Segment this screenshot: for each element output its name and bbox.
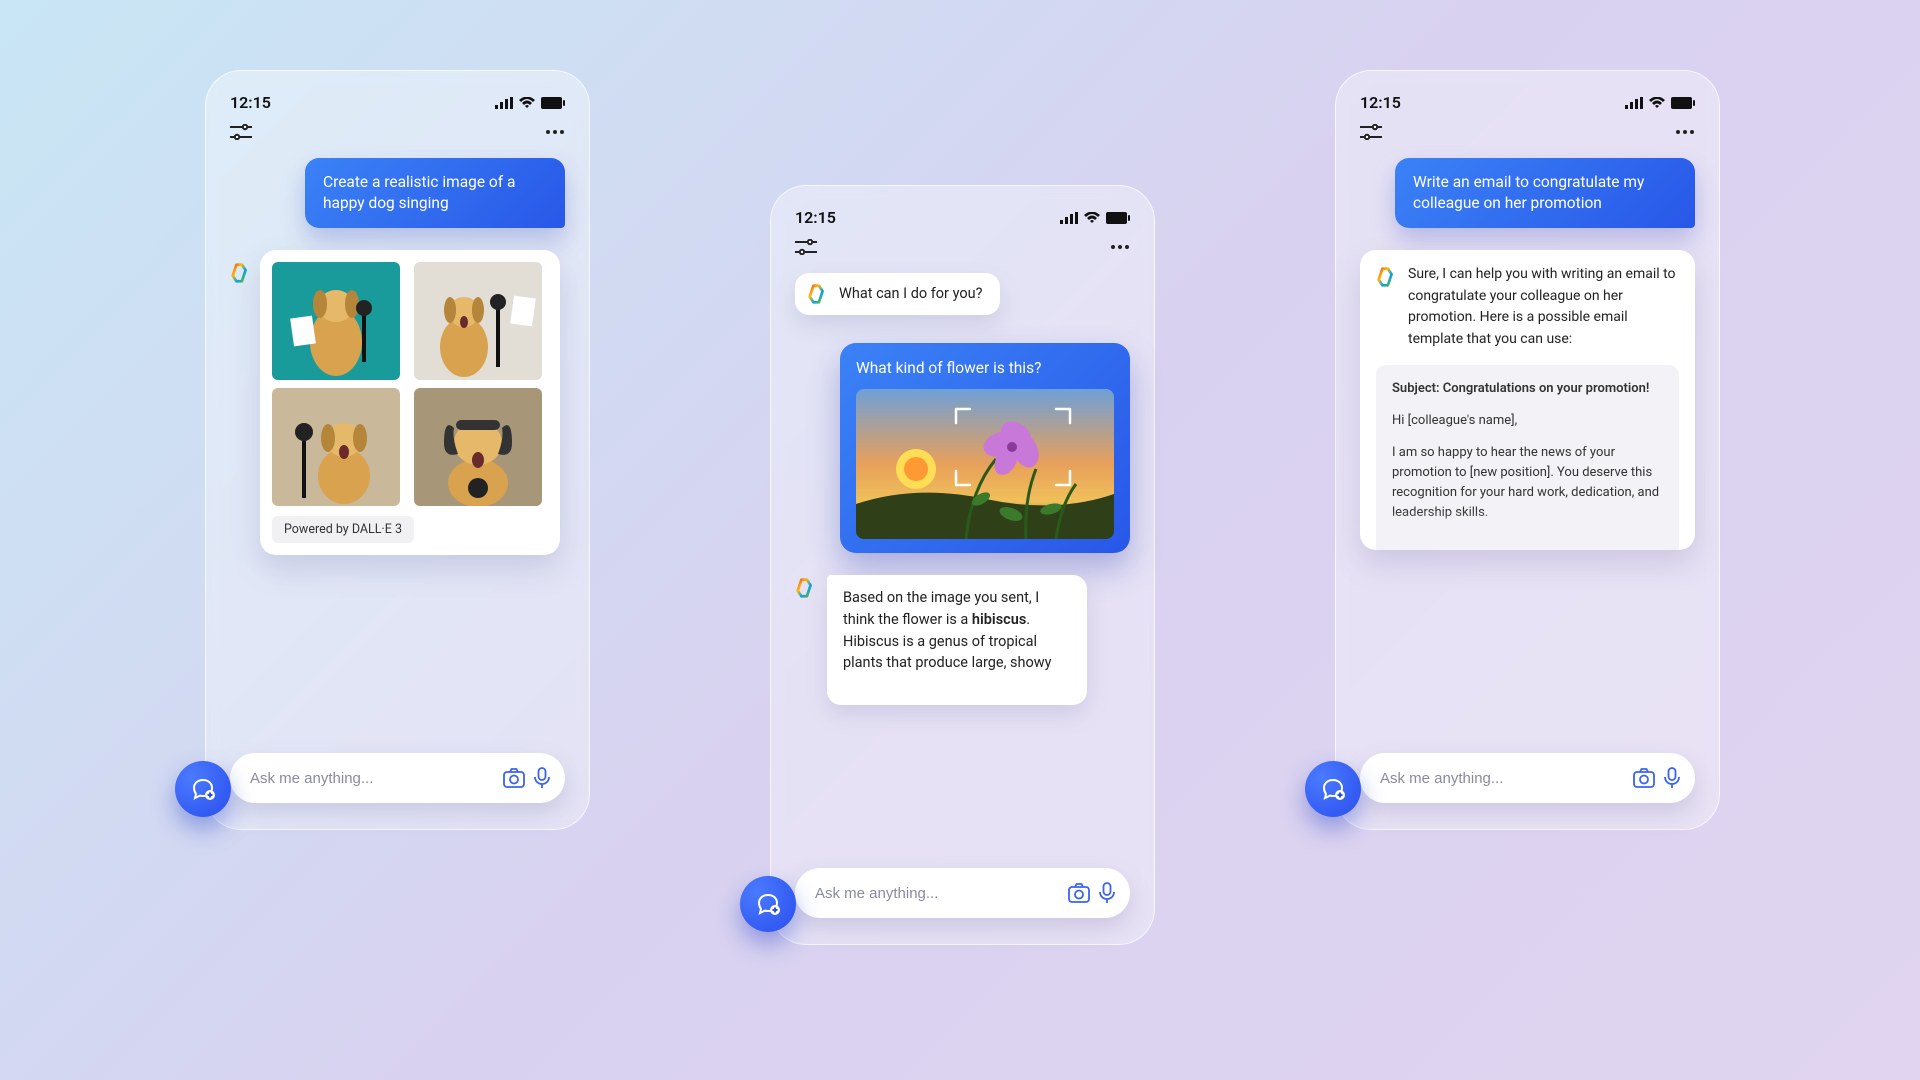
- generated-image-2[interactable]: [414, 262, 542, 380]
- signal-icon: [1060, 212, 1078, 224]
- user-image-message: What kind of flower is this?: [840, 343, 1130, 553]
- chat-input-field[interactable]: [815, 885, 1060, 902]
- phone-screen-writing: 12:15 Write an email to congratulate my …: [1335, 70, 1720, 830]
- status-time: 12:15: [1360, 93, 1401, 112]
- status-icons: [1060, 212, 1130, 224]
- status-icons: [1625, 97, 1695, 109]
- more-icon[interactable]: [545, 129, 565, 135]
- battery-icon: [1106, 212, 1130, 224]
- status-bar: 12:15: [795, 208, 1130, 227]
- generated-image-3[interactable]: [272, 388, 400, 506]
- email-greeting: Hi [colleague's name],: [1392, 411, 1663, 431]
- copilot-avatar-icon: [807, 283, 829, 305]
- user-message: Create a realistic image of a happy dog …: [305, 158, 565, 228]
- new-chat-button[interactable]: [1305, 761, 1361, 817]
- copilot-avatar-icon: [230, 262, 252, 284]
- camera-icon[interactable]: [1633, 768, 1655, 788]
- chat-input[interactable]: [795, 868, 1130, 918]
- battery-icon: [1671, 97, 1695, 109]
- chat-input-field[interactable]: [250, 770, 495, 787]
- agent-reply: Based on the image you sent, I think the…: [795, 575, 1130, 705]
- user-question-text: What kind of flower is this?: [856, 359, 1114, 377]
- chat-input-field[interactable]: [1380, 770, 1625, 787]
- camera-icon[interactable]: [1068, 883, 1090, 903]
- uploaded-image[interactable]: [856, 389, 1114, 539]
- agent-greeting: What can I do for you?: [795, 273, 1000, 315]
- chat-input[interactable]: [230, 753, 565, 803]
- agent-greeting-text: What can I do for you?: [839, 283, 982, 305]
- copilot-avatar-icon: [795, 577, 817, 599]
- user-message: Write an email to congratulate my collea…: [1395, 158, 1695, 228]
- status-bar: 12:15: [230, 93, 565, 112]
- mic-icon[interactable]: [1663, 767, 1681, 789]
- email-template: Subject: Congratulations on your promoti…: [1376, 365, 1679, 550]
- wifi-icon: [519, 97, 535, 109]
- settings-sliders-icon[interactable]: [795, 239, 817, 255]
- more-icon[interactable]: [1110, 244, 1130, 250]
- camera-icon[interactable]: [503, 768, 525, 788]
- status-time: 12:15: [795, 208, 836, 227]
- agent-reply-intro: Sure, I can help you with writing an ema…: [1408, 264, 1679, 351]
- status-icons: [495, 97, 565, 109]
- nav-bar: [795, 239, 1130, 255]
- powered-by-label: Powered by DALL·E 3: [272, 516, 414, 543]
- nav-bar: [1360, 124, 1695, 140]
- nav-bar: [230, 124, 565, 140]
- email-subject: Subject: Congratulations on your promoti…: [1392, 379, 1663, 399]
- generated-image-1[interactable]: [272, 262, 400, 380]
- generated-image-4[interactable]: [414, 388, 542, 506]
- agent-email-card: Sure, I can help you with writing an ema…: [1360, 250, 1695, 550]
- more-icon[interactable]: [1675, 129, 1695, 135]
- wifi-icon: [1649, 97, 1665, 109]
- wifi-icon: [1084, 212, 1100, 224]
- settings-sliders-icon[interactable]: [230, 124, 252, 140]
- phone-screen-vision: 12:15 What can I do for you? What kind o…: [770, 185, 1155, 945]
- status-bar: 12:15: [1360, 93, 1695, 112]
- mic-icon[interactable]: [1098, 882, 1116, 904]
- new-chat-button[interactable]: [740, 876, 796, 932]
- signal-icon: [1625, 97, 1643, 109]
- mic-icon[interactable]: [533, 767, 551, 789]
- battery-icon: [541, 97, 565, 109]
- phone-screen-image-gen: 12:15 Create a realistic image of: [205, 70, 590, 830]
- agent-reply-keyword: hibiscus: [972, 611, 1026, 628]
- signal-icon: [495, 97, 513, 109]
- image-results-card: Powered by DALL·E 3: [260, 250, 560, 555]
- new-chat-button[interactable]: [175, 761, 231, 817]
- chat-input[interactable]: [1360, 753, 1695, 803]
- copilot-avatar-icon: [1376, 266, 1398, 288]
- status-time: 12:15: [230, 93, 271, 112]
- settings-sliders-icon[interactable]: [1360, 124, 1382, 140]
